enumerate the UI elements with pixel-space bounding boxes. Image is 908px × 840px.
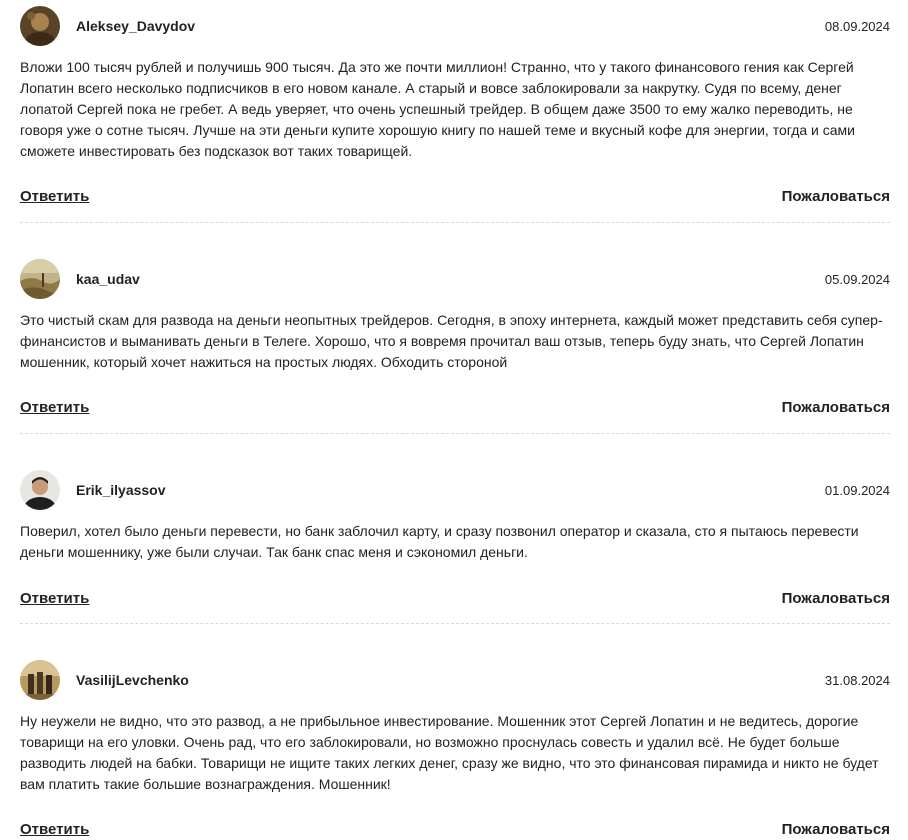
comment-date: 31.08.2024 (824, 673, 890, 688)
report-button[interactable]: Пожаловаться (782, 187, 890, 207)
comment-item: Aleksey_Davydov 08.09.2024 Вложи 100 тыс… (20, 6, 890, 223)
comment-text: Ну неужели не видно, что это развод, а н… (20, 713, 879, 792)
report-button[interactable]: Пожаловаться (782, 820, 890, 840)
username[interactable]: kaa_udav (76, 270, 140, 288)
comment-header: VasilijLevchenko 31.08.2024 (20, 660, 890, 700)
report-button[interactable]: Пожаловаться (782, 398, 890, 418)
report-button[interactable]: Пожаловаться (782, 589, 890, 609)
reply-button[interactable]: Ответить (20, 187, 89, 207)
divider (20, 433, 890, 434)
reply-button[interactable]: Ответить (20, 589, 89, 609)
avatar[interactable] (20, 6, 60, 46)
username[interactable]: Aleksey_Davydov (76, 17, 195, 35)
reply-button[interactable]: Ответить (20, 398, 89, 418)
divider (20, 222, 890, 223)
comment-text: Это чистый скам для развода на деньги не… (20, 312, 883, 370)
username[interactable]: Erik_ilyassov (76, 481, 166, 499)
reply-button[interactable]: Ответить (20, 820, 89, 840)
comment-date: 01.09.2024 (824, 483, 890, 498)
comment-item: kaa_udav 05.09.2024 Это чистый скам для … (20, 259, 890, 434)
divider (20, 623, 890, 624)
avatar[interactable] (20, 259, 60, 299)
avatar[interactable] (20, 660, 60, 700)
comment-date: 08.09.2024 (824, 19, 890, 34)
comment-date: 05.09.2024 (824, 272, 890, 287)
avatar[interactable] (20, 470, 60, 510)
comment-header: Aleksey_Davydov 08.09.2024 (20, 6, 890, 46)
comment-header: kaa_udav 05.09.2024 (20, 259, 890, 299)
username[interactable]: VasilijLevchenko (76, 671, 189, 689)
comment-item: Erik_ilyassov 01.09.2024 Поверил, хотел … (20, 470, 890, 624)
comment-text: Поверил, хотел было деньги перевести, но… (20, 523, 859, 560)
comment-header: Erik_ilyassov 01.09.2024 (20, 470, 890, 510)
comment-item: VasilijLevchenko 31.08.2024 Ну неужели н… (20, 660, 890, 839)
comment-text: Вложи 100 тысяч рублей и получишь 900 ты… (20, 59, 855, 159)
